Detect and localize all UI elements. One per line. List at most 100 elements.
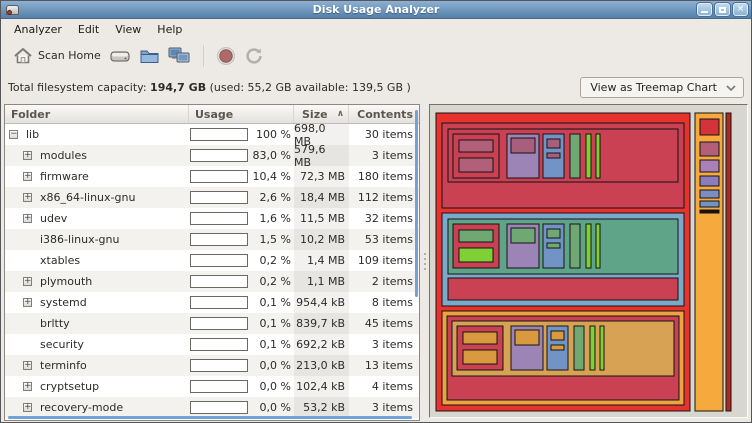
scan-folder-button[interactable]	[135, 45, 164, 67]
table-body: − lib 100 % 698,0 MB 30 items + modules …	[5, 124, 419, 418]
treemap-rect-a4[interactable]	[570, 134, 580, 178]
folder-name: security	[40, 338, 84, 351]
table-row[interactable]: security 0,1 % 692,2 kB 3 items	[5, 334, 419, 355]
treemap-rect-c2-sub[interactable]	[515, 330, 539, 345]
size-value: 579,6 MB	[294, 145, 349, 166]
table-row[interactable]: brltty 0,1 % 839,7 kB 45 items	[5, 313, 419, 334]
treemap-rect-r6[interactable]	[700, 201, 719, 207]
column-header-size[interactable]: Size ∧	[294, 105, 349, 123]
expander-icon[interactable]: +	[23, 277, 32, 286]
expander-icon[interactable]: +	[23, 298, 32, 307]
treemap-rect-a3-sub1[interactable]	[547, 139, 560, 148]
refresh-button[interactable]	[240, 44, 268, 68]
table-row[interactable]: + modules 83,0 % 579,6 MB 3 items	[5, 145, 419, 166]
treemap-rect-b3-sub1[interactable]	[547, 229, 560, 238]
treemap-rect-a5[interactable]	[586, 134, 591, 178]
treemap-rect-b6[interactable]	[596, 224, 600, 268]
minimize-button[interactable]	[697, 3, 712, 16]
menu-view[interactable]: View	[107, 22, 149, 37]
treemap-rect-a2-sub[interactable]	[511, 138, 535, 153]
scan-filesystem-button[interactable]	[105, 45, 135, 67]
menu-help[interactable]: Help	[149, 22, 190, 37]
table-row[interactable]: xtables 0,2 % 1,4 MB 109 items	[5, 250, 419, 271]
expander-icon[interactable]: −	[9, 130, 18, 139]
pane-splitter[interactable]	[421, 101, 429, 421]
expander-icon[interactable]: +	[23, 151, 32, 160]
column-header-contents[interactable]: Contents	[349, 105, 418, 123]
treemap-rect-right-col[interactable]	[695, 113, 723, 411]
treemap-rect-r3[interactable]	[700, 160, 719, 172]
contents-value: 30 items	[349, 124, 418, 145]
folder-name: modules	[40, 149, 87, 162]
capacity-bar: Total filesystem capacity: 194,7 GB (use…	[2, 73, 750, 101]
view-as-dropdown[interactable]: View as Treemap Chart	[580, 77, 744, 98]
usage-bar	[190, 170, 248, 183]
expander-icon[interactable]: +	[23, 214, 32, 223]
treemap-rect-a1-sub1[interactable]	[459, 140, 493, 152]
table-row[interactable]: − lib 100 % 698,0 MB 30 items	[5, 124, 419, 145]
contents-value: 3 items	[349, 145, 418, 166]
treemap-rect-b2-sub[interactable]	[511, 228, 535, 243]
menu-analyzer[interactable]: Analyzer	[6, 22, 70, 37]
vertical-scrollbar[interactable]	[415, 110, 418, 297]
treemap-rect-band-b-strip[interactable]	[448, 278, 678, 300]
treemap-rect-r4[interactable]	[700, 176, 719, 186]
capacity-value: 194,7 GB	[150, 81, 206, 94]
treemap-rect-c6[interactable]	[600, 326, 604, 370]
usage-bar	[190, 233, 248, 246]
table-row[interactable]: + plymouth 0,2 % 1,1 MB 2 items	[5, 271, 419, 292]
contents-value: 2 items	[349, 271, 418, 292]
table-row[interactable]: + recovery-mode 0,0 % 53,2 kB 3 items	[5, 397, 419, 418]
table-row[interactable]: + x86_64-linux-gnu 2,6 % 18,4 MB 112 ite…	[5, 187, 419, 208]
table-row[interactable]: + terminfo 0,0 % 213,0 kB 13 items	[5, 355, 419, 376]
treemap-rect-b5[interactable]	[586, 224, 591, 268]
treemap-rect-c1-sub1[interactable]	[463, 332, 497, 344]
folder-icon	[139, 47, 160, 65]
treemap-rect-r7[interactable]	[700, 210, 719, 213]
treemap-rect-a3-sub2[interactable]	[547, 153, 560, 158]
treemap-rect-r1[interactable]	[700, 119, 719, 135]
treemap-rect-c5[interactable]	[590, 326, 595, 370]
expander-icon[interactable]: +	[23, 361, 32, 370]
table-row[interactable]: + systemd 0,1 % 954,4 kB 8 items	[5, 292, 419, 313]
treemap-rect-b1-sub1[interactable]	[459, 230, 493, 242]
treemap-rect-a1-sub2[interactable]	[459, 158, 493, 172]
treemap-rect-b3-sub2[interactable]	[547, 243, 560, 248]
expander-icon[interactable]: +	[23, 382, 32, 391]
folder-name: recovery-mode	[40, 401, 123, 414]
table-row[interactable]: i386-linux-gnu 1,5 % 10,2 MB 53 items	[5, 229, 419, 250]
scan-home-button[interactable]: Scan Home	[9, 45, 105, 67]
scan-remote-button[interactable]	[164, 44, 195, 67]
treemap-rect-thin-strip[interactable]	[726, 113, 731, 411]
column-header-usage[interactable]: Usage	[189, 105, 294, 123]
folder-name: terminfo	[40, 359, 87, 372]
contents-value: 3 items	[349, 334, 418, 355]
treemap-rect-a6[interactable]	[596, 134, 600, 178]
usage-percent: 1,5 %	[248, 233, 294, 246]
menu-edit[interactable]: Edit	[70, 22, 107, 37]
treemap-rect-c3-sub2[interactable]	[551, 345, 564, 350]
expander-icon[interactable]: +	[23, 172, 32, 181]
stop-button[interactable]	[212, 44, 240, 68]
maximize-button[interactable]	[715, 3, 730, 16]
table-row[interactable]: + firmware 10,4 % 72,3 MB 180 items	[5, 166, 419, 187]
folder-name: brltty	[40, 317, 70, 330]
folder-name: udev	[40, 212, 67, 225]
usage-bar	[190, 338, 248, 351]
horizontal-scrollbar[interactable]	[8, 416, 412, 419]
treemap-rect-c4[interactable]	[574, 326, 584, 370]
treemap-rect-b4[interactable]	[570, 224, 580, 268]
main-area: Folder Usage Size ∧ Contents − lib 100 %…	[2, 101, 750, 421]
expander-icon[interactable]: +	[23, 403, 32, 412]
close-button[interactable]: ×	[733, 3, 748, 16]
treemap-rect-c1-sub2[interactable]	[463, 350, 497, 364]
expander-icon[interactable]: +	[23, 193, 32, 202]
size-value: 213,0 kB	[294, 355, 349, 376]
table-row[interactable]: + udev 1,6 % 11,5 MB 32 items	[5, 208, 419, 229]
table-row[interactable]: + cryptsetup 0,0 % 102,4 kB 4 items	[5, 376, 419, 397]
treemap-rect-b1-sub2[interactable]	[459, 248, 493, 262]
treemap-rect-r5[interactable]	[700, 190, 719, 198]
column-header-folder[interactable]: Folder	[5, 105, 189, 123]
treemap-rect-r2[interactable]	[700, 142, 719, 156]
treemap-rect-c3-sub1[interactable]	[551, 331, 564, 340]
